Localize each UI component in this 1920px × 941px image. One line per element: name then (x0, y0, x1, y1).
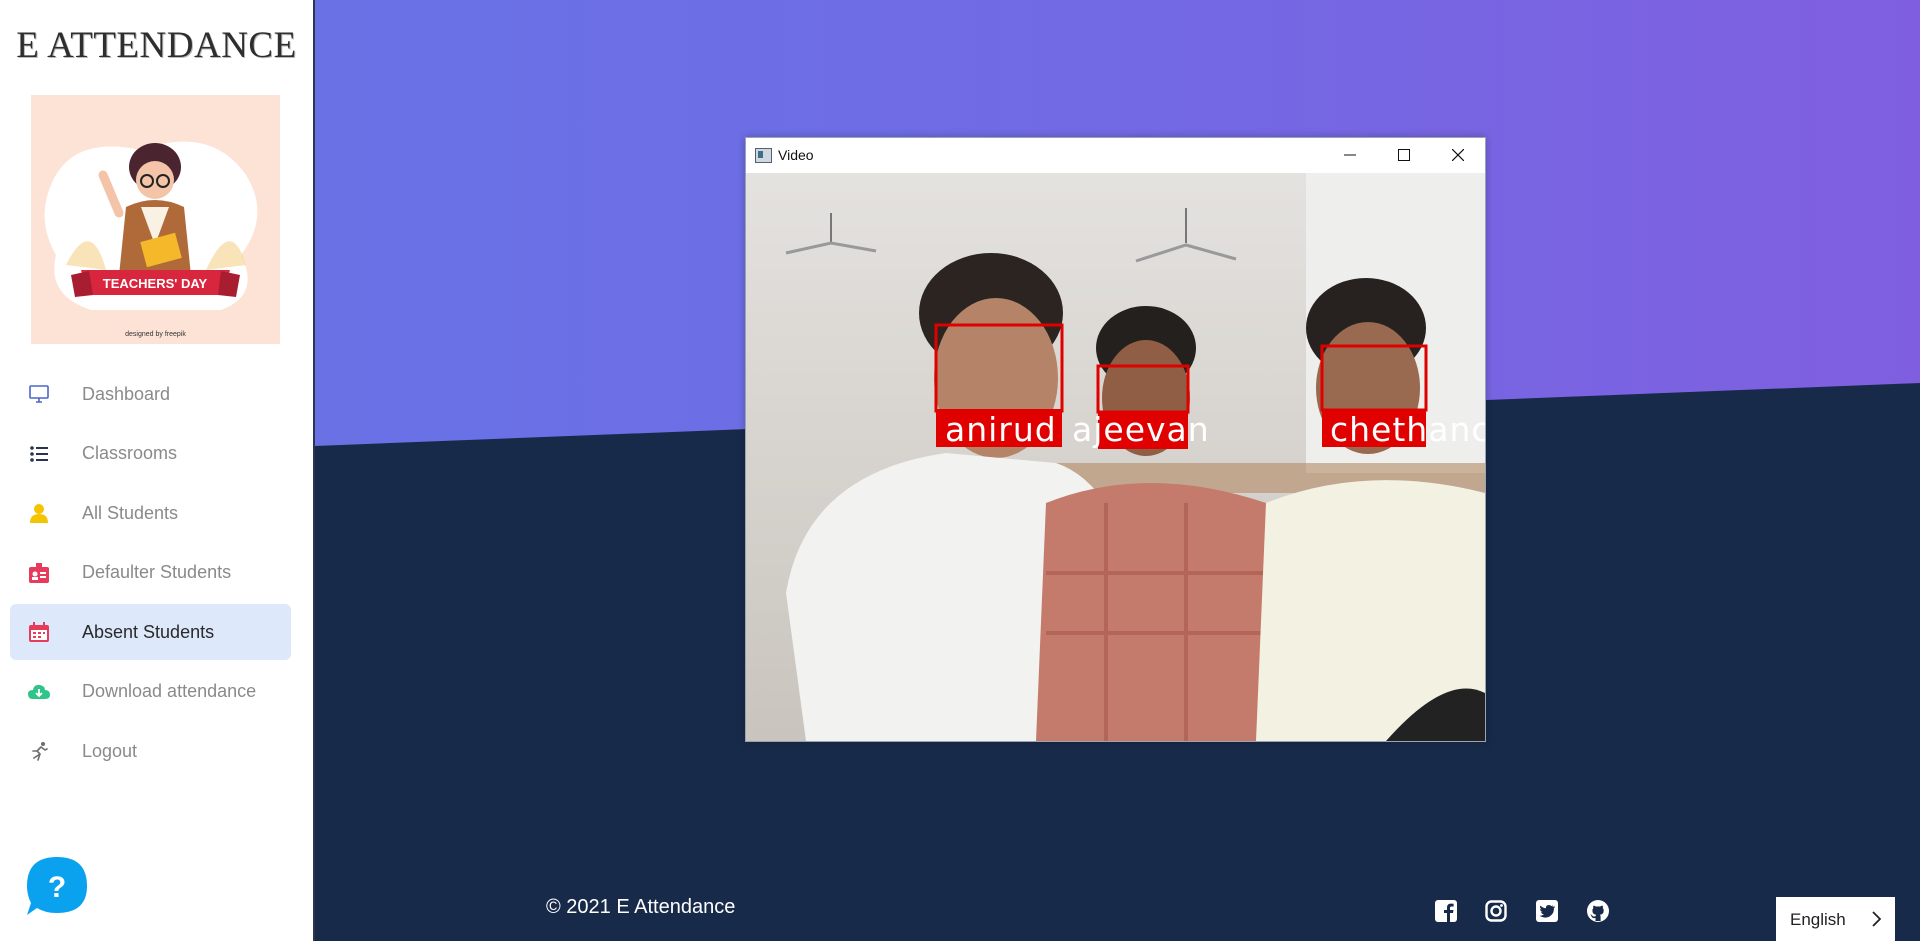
nav-item-defaulter-students[interactable]: Defaulter Students (10, 545, 291, 601)
footer-copyright: © 2021 E Attendance (546, 896, 736, 918)
face-label-1: anirud (945, 410, 1057, 449)
monitor-icon (28, 383, 50, 405)
nav-label: Classrooms (82, 443, 178, 463)
nav-label: All Students (82, 502, 179, 523)
svg-text:TEACHERS' DAY: TEACHERS' DAY (103, 276, 208, 291)
video-frame: anirud ajeevan chethanc (746, 173, 1485, 741)
chevron-right-icon (1871, 911, 1882, 932)
hero-credit: designed by freepik (125, 331, 186, 338)
nav-label: Absent Students (82, 621, 215, 642)
teacher-illustration: TEACHERS' DAY (31, 95, 280, 344)
nav-item-dashboard[interactable]: Dashboard (10, 366, 291, 422)
nav-item-logout[interactable]: Logout (10, 723, 291, 779)
facebook-icon (1435, 900, 1457, 922)
nav-item-absent-students[interactable]: Absent Students (10, 604, 291, 660)
help-bubble-icon: ? (27, 857, 87, 915)
nav-label: Logout (82, 740, 138, 761)
window-title: Video (778, 147, 814, 163)
help-chat-button[interactable]: ? (25, 855, 89, 917)
twitter-link[interactable] (1536, 900, 1558, 922)
github-icon (1587, 900, 1609, 922)
hero-illustration: TEACHERS' DAY designed by freepik (31, 95, 280, 344)
github-link[interactable] (1587, 900, 1609, 922)
brand-title: E ATTENDANCE (16, 25, 297, 66)
user-icon (28, 502, 50, 524)
nav-item-all-students[interactable]: All Students (10, 485, 291, 541)
cloud-download-icon (28, 681, 50, 703)
nav-item-classrooms[interactable]: Classrooms (10, 426, 291, 482)
minimize-button[interactable] (1323, 138, 1377, 172)
face-label-2: ajeevan (1072, 410, 1210, 449)
nav-label: Download attendance (82, 681, 257, 701)
calendar-icon (28, 621, 50, 643)
instagram-link[interactable] (1485, 900, 1507, 922)
nav-label: Dashboard (82, 383, 171, 404)
minimize-icon (1344, 154, 1356, 156)
webcam-feed: anirud ajeevan chethanc (746, 173, 1485, 741)
nav-item-download-attendance[interactable]: Download attendance (10, 664, 291, 720)
twitter-icon (1536, 900, 1558, 922)
language-label: English (1790, 910, 1846, 929)
list-icon (28, 443, 50, 465)
app-icon (755, 148, 772, 163)
maximize-icon (1398, 149, 1410, 161)
nav-label: Defaulter Students (82, 562, 232, 582)
facebook-link[interactable] (1435, 900, 1457, 922)
sidebar: E ATTENDANCE TEACHERS' DAY designed by f… (0, 0, 315, 941)
face-label-3: chethanc (1330, 410, 1485, 449)
language-selector[interactable]: English (1776, 897, 1895, 941)
close-button[interactable] (1431, 138, 1485, 172)
id-card-icon (28, 562, 50, 584)
sidebar-nav: Dashboard Classrooms All Students Defaul… (10, 366, 291, 783)
close-icon (1452, 149, 1464, 161)
maximize-button[interactable] (1377, 138, 1431, 172)
running-man-icon (28, 740, 50, 762)
instagram-icon (1485, 900, 1507, 922)
svg-text:?: ? (48, 871, 66, 904)
video-window[interactable]: Video anirud ajeevan chethanc (745, 137, 1486, 742)
video-window-titlebar[interactable]: Video (746, 138, 1485, 172)
